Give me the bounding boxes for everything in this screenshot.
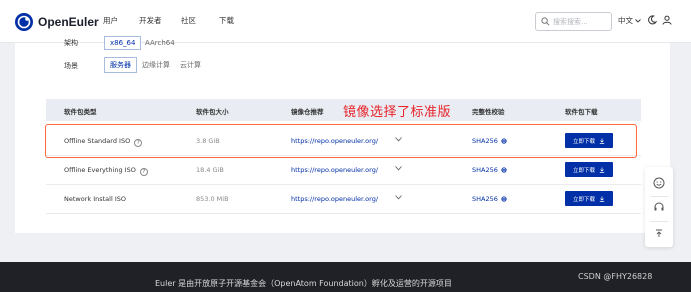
package-type-label: Offline Standard ISO [64,137,131,145]
chevron-down-icon[interactable] [395,195,402,200]
checksum-link[interactable]: SHA256 [472,137,507,145]
download-button[interactable]: 立即下载 [565,162,613,177]
smile-icon [653,177,665,189]
table-row: Network Install ISO 853.0 MiB https://re… [46,185,641,214]
arch-label: 架构 [64,39,78,47]
user-icon [662,15,672,25]
header-checksum: 完整性校验 [472,108,505,116]
nav-link-download[interactable]: 下载 [219,15,234,26]
help-icon[interactable]: ? [134,139,143,147]
floating-toolbar [645,167,673,247]
package-type-label: Offline Everything ISO [64,166,136,174]
search-box[interactable] [535,12,612,31]
copy-icon [501,196,507,202]
scene-option-server[interactable]: 服务器 [104,57,137,73]
mirror-link[interactable]: https://repo.openeuler.org/ [291,137,378,145]
csdn-watermark: CSDN @FHY26828 [578,272,653,281]
checksum-link[interactable]: SHA256 [472,195,507,203]
chevron-down-icon[interactable] [395,166,402,171]
download-button[interactable]: 立即下载 [565,191,613,206]
help-icon[interactable]: ? [139,168,148,176]
checksum-label: SHA256 [472,195,498,203]
search-icon [541,17,550,26]
download-icon [599,167,605,173]
package-size: 18.4 GiB [196,166,224,174]
divider [650,196,668,197]
download-button-label: 立即下载 [572,138,595,145]
download-icon [599,196,605,202]
checksum-link[interactable]: SHA256 [472,166,507,174]
back-to-top-button[interactable] [651,225,667,241]
logo[interactable]: OpenEuler [14,12,99,32]
table-row: Offline Everything ISO? 18.4 GiB https:/… [46,156,641,185]
mirror-link[interactable]: https://repo.openeuler.org/ [291,166,378,174]
arch-option-x86-64[interactable]: x86_64 [104,36,142,50]
package-type: Network Install ISO [64,195,126,203]
search-input[interactable] [553,16,609,28]
checksum-label: SHA256 [472,166,498,174]
download-button[interactable]: 立即下载 [565,133,613,148]
scene-label: 场景 [64,62,78,70]
header-package-type: 软件包类型 [64,108,97,116]
arrow-up-icon [656,229,662,237]
table-row: Offline Standard ISO? 3.8 GiB https://re… [46,127,641,156]
header-mirror: 镜像仓推荐 [291,108,324,116]
headset-icon [654,202,664,211]
download-button-label: 立即下载 [572,167,595,174]
feedback-button[interactable] [651,175,667,191]
language-label: 中文 [618,16,633,25]
scene-option-edge[interactable]: 边缘计算 [142,60,170,70]
package-type: Offline Standard ISO? [64,137,143,147]
divider [650,221,668,222]
copy-icon [501,167,507,173]
moon-icon [648,15,657,25]
user-account-button[interactable] [660,13,674,27]
footer-text: Euler 是由开放原子开源基金会（OpenAtom Foundation）孵化… [155,279,452,288]
arch-option-aarch64[interactable]: AArch64 [145,39,175,47]
support-button[interactable] [651,199,667,215]
package-size: 853.0 MiB [196,195,229,203]
copy-icon [501,138,507,144]
logo-text: OpenEuler [38,15,99,29]
download-button-label: 立即下载 [572,196,595,203]
openeuler-logo-icon [15,13,33,31]
package-size: 3.8 GiB [196,137,220,145]
scene-option-cloud[interactable]: 云计算 [180,60,201,70]
download-icon [599,138,605,144]
annotation-text: 镜像选择了标准版 [343,105,452,120]
nav-link-users[interactable]: 用户 [103,15,118,26]
chevron-down-icon[interactable] [395,137,402,142]
checksum-label: SHA256 [472,137,498,145]
package-type: Offline Everything ISO? [64,166,148,176]
theme-toggle-button[interactable] [645,13,659,27]
header-download: 软件包下载 [565,108,598,116]
header-package-size: 软件包大小 [196,108,229,116]
nav-link-community[interactable]: 社区 [181,15,196,26]
chevron-down-icon [635,18,641,23]
nav-link-developers[interactable]: 开发者 [139,15,162,26]
language-switch[interactable]: 中文 [618,15,641,26]
mirror-link[interactable]: https://repo.openeuler.org/ [291,195,378,203]
